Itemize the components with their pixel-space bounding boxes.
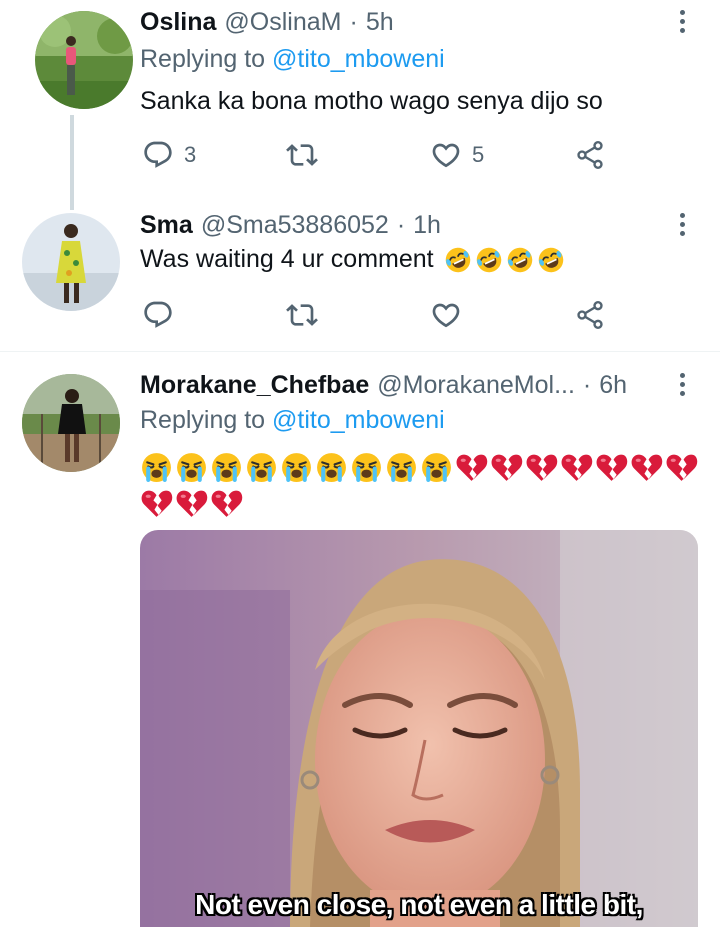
tweet-media[interactable]: Not even close, not even a little bit, bbox=[140, 530, 698, 927]
replying-to-label: Replying to bbox=[140, 406, 266, 434]
emoji-line bbox=[140, 487, 243, 520]
author-name[interactable]: Sma bbox=[140, 211, 193, 240]
timestamp[interactable]: 5h bbox=[366, 8, 394, 37]
replying-to: Replying to @tito_mboweni bbox=[140, 406, 445, 435]
tweet-text: Was waiting 4 ur comment bbox=[140, 245, 565, 274]
heart-icon bbox=[430, 139, 462, 171]
share-icon bbox=[574, 299, 606, 331]
broken-heart-emoji bbox=[175, 487, 208, 520]
rolling-laughing-emoji bbox=[444, 246, 472, 274]
emoji-group bbox=[444, 246, 565, 274]
reply-button[interactable] bbox=[142, 295, 174, 335]
separator-dot: · bbox=[396, 210, 406, 239]
author-name[interactable]: Oslina bbox=[140, 8, 216, 37]
author-handle[interactable]: @Sma53886052 bbox=[201, 211, 389, 240]
tweet-actions bbox=[140, 295, 620, 335]
broken-heart-emoji bbox=[560, 451, 593, 484]
crying-emoji bbox=[420, 451, 453, 484]
author-name[interactable]: Morakane_Chefbae bbox=[140, 371, 369, 400]
avatar[interactable] bbox=[22, 374, 120, 472]
media-image bbox=[140, 530, 698, 927]
crying-emoji bbox=[245, 451, 278, 484]
author-handle[interactable]: @MorakaneMol... bbox=[377, 371, 575, 400]
tweet-actions: 3 5 bbox=[140, 135, 620, 175]
retweet-icon bbox=[286, 139, 318, 171]
tweet-text: Sanka ka bona motho wago senya dijo so bbox=[140, 87, 603, 115]
separator-dot: · bbox=[349, 7, 358, 36]
broken-heart-emoji bbox=[595, 451, 628, 484]
timestamp[interactable]: 6h bbox=[599, 371, 627, 400]
tweet-text-body: Was waiting 4 ur comment bbox=[140, 245, 434, 273]
crying-emoji bbox=[350, 451, 383, 484]
broken-heart-emoji bbox=[630, 451, 663, 484]
tweet-oslina[interactable]: Oslina @OslinaM · 5h Replying to @tito_m… bbox=[0, 0, 720, 210]
retweet-icon bbox=[286, 299, 318, 331]
retweet-button[interactable] bbox=[286, 135, 318, 175]
crying-emoji bbox=[175, 451, 208, 484]
crying-emoji bbox=[280, 451, 313, 484]
author-handle[interactable]: @OslinaM bbox=[224, 8, 341, 37]
like-button[interactable]: 5 bbox=[430, 135, 484, 175]
rolling-laughing-emoji bbox=[506, 246, 534, 274]
separator-dot: · bbox=[582, 370, 592, 399]
rolling-laughing-emoji bbox=[475, 246, 503, 274]
share-button[interactable] bbox=[574, 135, 606, 175]
replying-to: Replying to @tito_mboweni bbox=[140, 45, 445, 74]
timestamp[interactable]: 1h bbox=[413, 211, 441, 240]
share-button[interactable] bbox=[574, 295, 606, 335]
reply-icon bbox=[142, 299, 174, 331]
reply-button[interactable]: 3 bbox=[142, 135, 196, 175]
more-icon[interactable] bbox=[672, 367, 692, 401]
reply-count: 3 bbox=[184, 142, 197, 167]
reply-icon bbox=[142, 139, 174, 171]
broken-heart-emoji bbox=[490, 451, 523, 484]
emoji-line bbox=[140, 451, 698, 484]
tweet-sma[interactable]: Sma @Sma53886052 · 1h Was waiting 4 ur c… bbox=[0, 195, 720, 350]
crying-emoji bbox=[385, 451, 418, 484]
media-caption: Not even close, not even a little bit, bbox=[195, 889, 643, 920]
rolling-laughing-emoji bbox=[537, 246, 565, 274]
broken-heart-emoji bbox=[665, 451, 698, 484]
like-count: 5 bbox=[472, 142, 485, 167]
retweet-button[interactable] bbox=[286, 295, 318, 335]
mention-link[interactable]: @tito_mboweni bbox=[272, 406, 445, 434]
broken-heart-emoji bbox=[140, 487, 173, 520]
crying-emoji bbox=[140, 451, 173, 484]
heart-icon bbox=[430, 299, 462, 331]
more-icon[interactable] bbox=[672, 207, 692, 241]
more-icon[interactable] bbox=[672, 4, 692, 38]
broken-heart-emoji bbox=[525, 451, 558, 484]
avatar[interactable] bbox=[22, 213, 120, 311]
mention-link[interactable]: @tito_mboweni bbox=[272, 45, 445, 73]
avatar[interactable] bbox=[35, 11, 133, 109]
like-button[interactable] bbox=[430, 295, 462, 335]
crying-emoji bbox=[210, 451, 243, 484]
share-icon bbox=[574, 139, 606, 171]
replying-to-label: Replying to bbox=[140, 45, 266, 73]
crying-emoji bbox=[315, 451, 348, 484]
broken-heart-emoji bbox=[210, 487, 243, 520]
broken-heart-emoji bbox=[455, 451, 488, 484]
